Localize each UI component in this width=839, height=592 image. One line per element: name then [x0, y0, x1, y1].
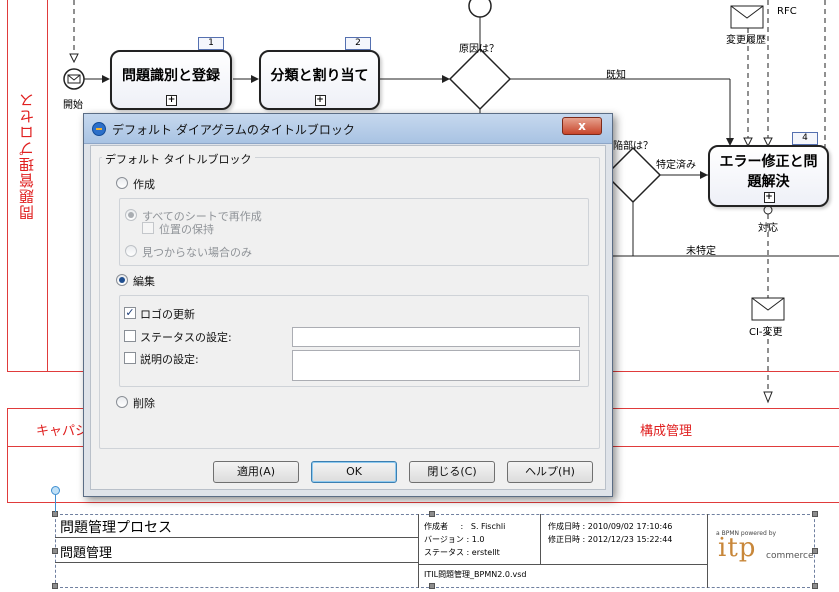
- modified-label: 修正日時: [548, 535, 580, 544]
- close-dialog-button[interactable]: 閉じる(C): [409, 461, 495, 483]
- selection-handle[interactable]: [52, 548, 58, 554]
- description-input[interactable]: [292, 350, 580, 381]
- ci-change-label: CI-変更: [749, 327, 783, 338]
- selection-handle[interactable]: [812, 548, 818, 554]
- subprocess-marker-icon: +: [763, 192, 775, 203]
- subprocess-marker-icon: +: [166, 95, 177, 106]
- logo-brand: itp: [718, 533, 757, 563]
- identified-label: 特定済み: [656, 160, 696, 171]
- created-label: 作成日時: [548, 522, 580, 531]
- title-block-dialog: デフォルト ダイアグラムのタイトルブロック x デフォルト タイトルブロック 作…: [83, 113, 613, 497]
- ok-button[interactable]: OK: [311, 461, 397, 483]
- set-status-label[interactable]: ステータスの設定:: [140, 329, 232, 345]
- selection-handle[interactable]: [812, 511, 818, 517]
- rotation-handle[interactable]: [51, 486, 60, 495]
- help-button[interactable]: ヘルプ(H): [507, 461, 593, 483]
- only-if-missing-radio[interactable]: [125, 245, 137, 257]
- selection-handle[interactable]: [429, 511, 435, 517]
- title-block-title: 問題管理プロセス: [60, 520, 172, 536]
- author-label: 作成者: [424, 522, 448, 531]
- recreate-all-radio[interactable]: [125, 209, 137, 221]
- file-name: ITIL問題管理_BPMN2.0.vsd: [424, 570, 527, 579]
- version-label: バージョン: [424, 535, 464, 544]
- task-number: 4: [792, 132, 818, 145]
- response-label: 対応: [758, 223, 778, 234]
- edit-label[interactable]: 編集: [133, 273, 155, 289]
- itp-logo: a BPMN powered by itp commerce: [716, 524, 814, 582]
- task-label: 問題識別と登録: [122, 68, 220, 84]
- edit-radio[interactable]: [116, 274, 128, 286]
- selection-handle[interactable]: [429, 583, 435, 589]
- set-description-label[interactable]: 説明の設定:: [140, 351, 199, 367]
- create-label[interactable]: 作成: [133, 176, 155, 192]
- create-radio[interactable]: [116, 177, 128, 189]
- group-title: デフォルト タイトルブロック: [102, 151, 255, 167]
- update-logo-checkbox[interactable]: ✓: [124, 307, 136, 319]
- author-value: S. Fischli: [470, 522, 506, 531]
- defect-label: 陥部は？: [613, 141, 653, 152]
- dialog-title: デフォルト ダイアグラムのタイトルブロック: [112, 123, 355, 137]
- task-label: エラー修正と問題解決: [719, 154, 818, 190]
- task-identify-register[interactable]: 問題識別と登録 +: [110, 50, 232, 110]
- task-error-fix[interactable]: エラー修正と問題解決 +: [708, 145, 829, 207]
- start-label: 開始: [63, 100, 83, 111]
- set-status-checkbox[interactable]: [124, 330, 136, 342]
- set-description-checkbox[interactable]: [124, 352, 136, 364]
- status-input[interactable]: [292, 327, 580, 347]
- apply-button[interactable]: 適用(A): [213, 461, 299, 483]
- created-value: : 2010/09/02 17:10:46: [582, 522, 673, 531]
- known-label: 既知: [606, 70, 626, 81]
- status-value: : erstellt: [466, 548, 500, 557]
- logo-suffix: commerce: [766, 551, 814, 561]
- title-block-subtitle: 問題管理: [60, 546, 113, 561]
- close-button[interactable]: x: [562, 117, 602, 135]
- subprocess-marker-icon: +: [314, 95, 326, 106]
- keep-position-checkbox[interactable]: [142, 222, 154, 234]
- unidentified-label: 未特定: [686, 246, 716, 257]
- delete-label[interactable]: 削除: [133, 395, 155, 411]
- modified-value: : 2012/12/23 15:22:44: [582, 535, 673, 544]
- selection-handle[interactable]: [812, 583, 818, 589]
- version-value: : 1.0: [466, 535, 485, 544]
- status-label: ステータス: [424, 548, 464, 557]
- dialog-body: デフォルト タイトルブロック 作成 すべてのシートで再作成 位置の保持 見つから…: [90, 145, 606, 490]
- task-label: 分類と割り当て: [270, 68, 369, 84]
- change-history-label: 変更履歴: [726, 35, 766, 46]
- task-number: 2: [345, 37, 371, 50]
- task-classify-assign[interactable]: 分類と割り当て +: [259, 50, 380, 110]
- rfc-label: RFC: [777, 6, 797, 17]
- selection-handle[interactable]: [52, 583, 58, 589]
- gateway-cause-label: 原因は？: [459, 44, 499, 55]
- app-icon: [92, 122, 106, 136]
- update-logo-label[interactable]: ロゴの更新: [140, 306, 195, 322]
- keep-position-label[interactable]: 位置の保持: [159, 221, 214, 237]
- task-number: 1: [198, 37, 224, 50]
- delete-radio[interactable]: [116, 396, 128, 408]
- author-sep: :: [460, 522, 464, 531]
- only-if-missing-label[interactable]: 見つからない場合のみ: [142, 244, 252, 260]
- dialog-titlebar[interactable]: デフォルト ダイアグラムのタイトルブロック x: [84, 114, 612, 144]
